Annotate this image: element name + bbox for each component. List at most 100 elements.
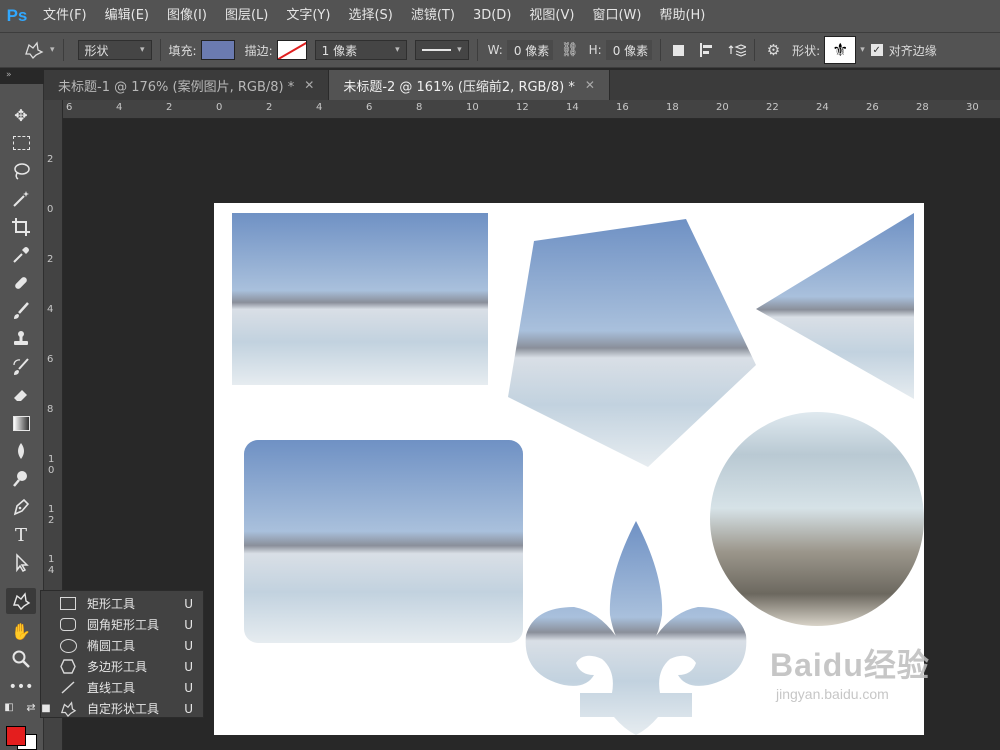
height-field[interactable]: 0 像素 (605, 40, 652, 60)
menu-item-label: 椭圆工具 (87, 639, 136, 653)
menu-window[interactable]: 窗口(W) (583, 0, 650, 32)
polygon-icon (57, 659, 79, 675)
menu-view[interactable]: 视图(V) (520, 0, 583, 32)
custom-shape-icon (13, 592, 31, 611)
shape-picker[interactable]: ⚜ (824, 36, 857, 64)
healing-brush-tool[interactable] (6, 270, 36, 296)
watermark: Baidu经验 jingyan.baidu.com (770, 640, 930, 702)
stroke-color-swatch[interactable] (276, 40, 307, 60)
menu-file[interactable]: 文件(F) (34, 0, 96, 32)
path-operations-icon (672, 44, 684, 56)
link-icon[interactable]: ⛓ (561, 42, 579, 58)
ruler-label: 2 (47, 154, 54, 165)
pentagon-photo[interactable] (508, 219, 756, 467)
blur-tool[interactable] (6, 438, 36, 464)
eraser-tool[interactable] (6, 382, 36, 408)
menu-image[interactable]: 图像(I) (158, 0, 216, 32)
ellipse-photo[interactable] (710, 412, 924, 626)
menu-type[interactable]: 文字(Y) (277, 0, 339, 32)
menu-select[interactable]: 选择(S) (339, 0, 401, 32)
tool-mode-value: 形状 (84, 43, 109, 58)
stroke-label: 描边: (244, 43, 273, 58)
ruler-label: 6 (66, 102, 73, 113)
gear-icon[interactable]: ⚙ (767, 41, 780, 59)
menu-layer[interactable]: 图层(L) (216, 0, 277, 32)
zoom-tool[interactable] (6, 646, 36, 672)
divider (62, 39, 64, 61)
more-tools-button[interactable]: ••• (6, 674, 36, 700)
menu-filter[interactable]: 滤镜(T) (402, 0, 464, 32)
rectangle-icon (57, 596, 79, 612)
ruler-label: 0 (47, 204, 54, 215)
foreground-color-swatch[interactable] (6, 726, 26, 746)
close-icon[interactable]: ✕ (304, 78, 314, 92)
gradient-tool[interactable] (6, 410, 36, 436)
clone-stamp-tool[interactable] (6, 326, 36, 352)
rounded-rectangle-photo[interactable] (244, 440, 523, 643)
document-tabs: 未标题-1 @ 176% (案例图片, RGB/8) * ✕ 未标题-2 @ 1… (44, 70, 1000, 100)
align-edges-checkbox[interactable]: ✓ 对齐边缘 (870, 42, 937, 59)
menu-edit[interactable]: 编辑(E) (96, 0, 158, 32)
fleur-de-lis-icon: ⚜ (832, 39, 849, 61)
lasso-tool[interactable] (6, 158, 36, 184)
marquee-tool[interactable] (6, 130, 36, 156)
swap-colors-button[interactable]: ⇄ (24, 700, 38, 714)
eyedropper-tool[interactable] (6, 242, 36, 268)
chevron-down-icon: ▾ (140, 45, 145, 55)
stroke-type-select[interactable]: ▾ (414, 40, 469, 60)
history-brush-tool[interactable] (6, 354, 36, 380)
crop-tool[interactable] (6, 214, 36, 240)
clone-stamp-icon (14, 331, 28, 345)
rectangle-tool-item[interactable]: 矩形工具 U (41, 593, 203, 614)
path-alignment-button[interactable] (698, 42, 714, 58)
menu-3d[interactable]: 3D(D) (464, 0, 520, 32)
polygon-tool-item[interactable]: 多边形工具 U (41, 656, 203, 677)
ruler-label: 6 (47, 354, 54, 365)
ruler-label: 2 (166, 102, 173, 113)
rounded-rectangle-icon (57, 617, 79, 633)
brush-tool[interactable] (6, 298, 36, 324)
triangle-photo[interactable] (756, 213, 914, 399)
type-tool[interactable]: T (6, 522, 36, 548)
path-arrangement-button[interactable] (728, 42, 746, 58)
ruler-label: 2 (47, 254, 54, 265)
path-operations-button[interactable] (672, 44, 684, 56)
align-edges-label: 对齐边缘 (888, 43, 937, 58)
shortcut-key: U (184, 701, 193, 716)
collapse-arrows-icon[interactable]: » (0, 70, 44, 84)
menu-help[interactable]: 帮助(H) (650, 0, 714, 32)
default-colors-button[interactable]: ◧ (2, 700, 16, 714)
chevron-down-icon: ▾ (395, 45, 400, 55)
ruler-label: 8 (47, 404, 54, 415)
rounded-rectangle-tool-item[interactable]: 圆角矩形工具 U (41, 614, 203, 635)
tool-preset-picker[interactable]: ▾ (22, 40, 55, 60)
divider (659, 39, 661, 61)
chevron-down-icon: ▾ (457, 45, 462, 55)
tool-mode-select[interactable]: 形状 ▾ (77, 40, 152, 60)
stroke-type-line (421, 49, 452, 51)
document-tab-2[interactable]: 未标题-2 @ 161% (压缩前2, RGB/8) * ✕ (329, 70, 610, 100)
pen-tool[interactable] (6, 494, 36, 520)
stroke-width-field[interactable]: 1 像素 ▾ (314, 40, 407, 60)
ellipse-tool-item[interactable]: 椭圆工具 U (41, 635, 203, 656)
move-tool[interactable]: ✥ (6, 102, 36, 128)
path-selection-tool[interactable] (6, 550, 36, 576)
custom-shape-tool-item[interactable]: ■ 自定形状工具 U (41, 698, 203, 719)
fleur-de-lis-photo[interactable] (525, 521, 747, 735)
ruler-label: 16 (616, 102, 629, 113)
magic-wand-tool[interactable] (6, 186, 36, 212)
ruler-label: 1 2 (48, 504, 55, 526)
width-field[interactable]: 0 像素 (506, 40, 553, 60)
tab-title: 未标题-1 @ 176% (案例图片, RGB/8) * (58, 79, 295, 95)
close-icon[interactable]: ✕ (585, 78, 595, 92)
line-tool-item[interactable]: 直线工具 U (41, 677, 203, 698)
chevron-down-icon[interactable]: ▾ (860, 45, 865, 55)
divider (476, 39, 478, 61)
dodge-tool[interactable] (6, 466, 36, 492)
fill-color-swatch[interactable] (200, 40, 235, 60)
hand-tool[interactable]: ✋ (6, 618, 36, 644)
custom-shape-tool[interactable] (6, 588, 36, 614)
path-alignment-icon (699, 43, 712, 57)
rectangle-photo[interactable] (232, 213, 488, 385)
document-tab-1[interactable]: 未标题-1 @ 176% (案例图片, RGB/8) * ✕ (44, 70, 330, 100)
